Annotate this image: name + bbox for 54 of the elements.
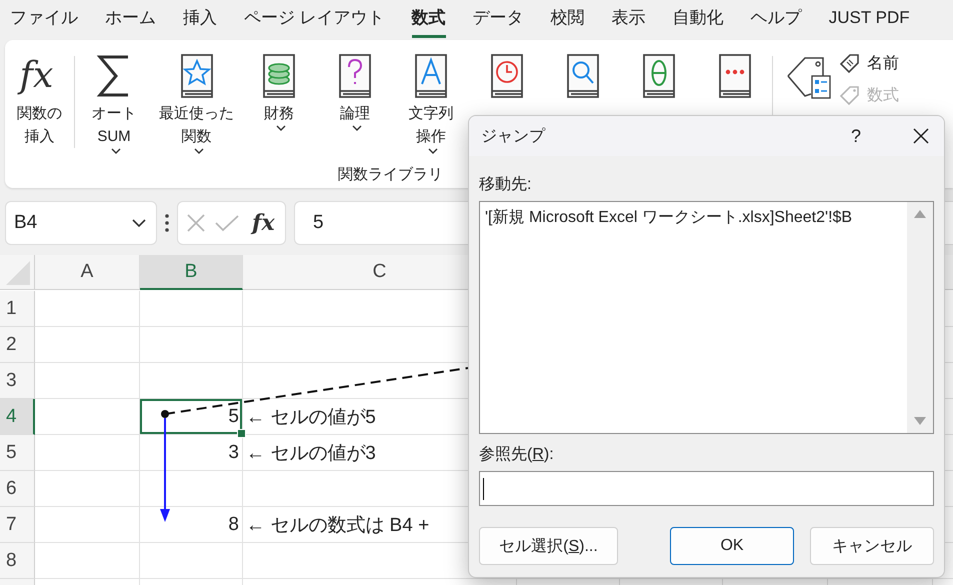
ribbon-button[interactable]: 財務: [248, 50, 310, 154]
menu-tab[interactable]: ホーム: [105, 0, 156, 38]
list-item[interactable]: '[新規 Microsoft Excel ワークシート.xlsx]Sheet2'!$B: [480, 206, 907, 229]
cell-text: 8: [227, 514, 240, 536]
ribbon-button[interactable]: fx 関数の 挿入: [13, 50, 66, 188]
insert-function-icon[interactable]: fx: [252, 210, 275, 236]
ribbon-button[interactable]: 論理: [324, 50, 386, 154]
menu-tab[interactable]: 自動化: [672, 0, 724, 38]
ribbon-small-button[interactable]: 名前: [839, 52, 899, 74]
function-icon: fx: [18, 52, 62, 100]
fill-handle[interactable]: [237, 429, 246, 438]
cell-text: ← セルの値が5: [245, 406, 377, 430]
goto-list[interactable]: '[新規 Microsoft Excel ワークシート.xlsx]Sheet2'!$B: [479, 201, 934, 434]
row-header[interactable]: 1: [0, 291, 35, 327]
dialog-title: ジャンプ: [481, 126, 546, 146]
close-icon: [913, 128, 929, 144]
chevron-icon: [132, 218, 146, 226]
ribbon-button[interactable]: 文字列 操作: [400, 50, 462, 154]
grip-icon: [165, 214, 169, 232]
row-header[interactable]: 8: [0, 543, 35, 579]
tag-icon: [839, 52, 861, 74]
cell-text: 5: [227, 406, 240, 428]
cell-text: ← セルの値が3: [245, 442, 377, 466]
row-header[interactable]: 5: [0, 435, 35, 471]
ribbon-button[interactable]: 最近使った 関数: [159, 50, 234, 154]
check-icon[interactable]: [214, 212, 240, 232]
row-header[interactable]: 6: [0, 471, 35, 507]
cell-text: 3: [227, 442, 240, 464]
dialog-button[interactable]: OK: [670, 527, 794, 565]
row-header[interactable]: 7: [0, 507, 35, 543]
name-box[interactable]: B4: [5, 200, 157, 244]
field-label: 移動先:: [479, 174, 532, 195]
help-button[interactable]: ?: [836, 126, 876, 146]
menu-tab[interactable]: 表示: [612, 0, 646, 38]
row-header[interactable]: 4: [0, 399, 35, 435]
column-header[interactable]: A: [35, 255, 140, 290]
group-label: 関数ライブラリ: [338, 165, 443, 184]
reference-field[interactable]: [479, 471, 934, 506]
tag-icon: [839, 84, 861, 106]
ribbon-button[interactable]: オート SUM: [83, 50, 145, 154]
menu-tab[interactable]: JUST PDF: [828, 0, 910, 38]
row-header[interactable]: 3: [0, 363, 35, 399]
menu-tab[interactable]: ヘルプ: [750, 0, 802, 38]
menu-tab[interactable]: データ: [472, 0, 524, 38]
field-label: 参照先(R):: [479, 444, 555, 465]
menu-tab[interactable]: 校閲: [550, 0, 585, 38]
row-header[interactable]: 2: [0, 327, 35, 363]
menu-tab[interactable]: ファイル: [10, 0, 78, 38]
menu-tab[interactable]: 挿入: [183, 0, 217, 38]
dialog-button[interactable]: キャンセル: [810, 527, 934, 565]
dialog-button[interactable]: セル選択(S)...: [479, 527, 618, 565]
cell-text: ← セルの数式は B4 +: [245, 514, 430, 538]
column-header[interactable]: B: [140, 255, 243, 290]
menu-tab[interactable]: ページ レイアウト: [244, 0, 385, 38]
